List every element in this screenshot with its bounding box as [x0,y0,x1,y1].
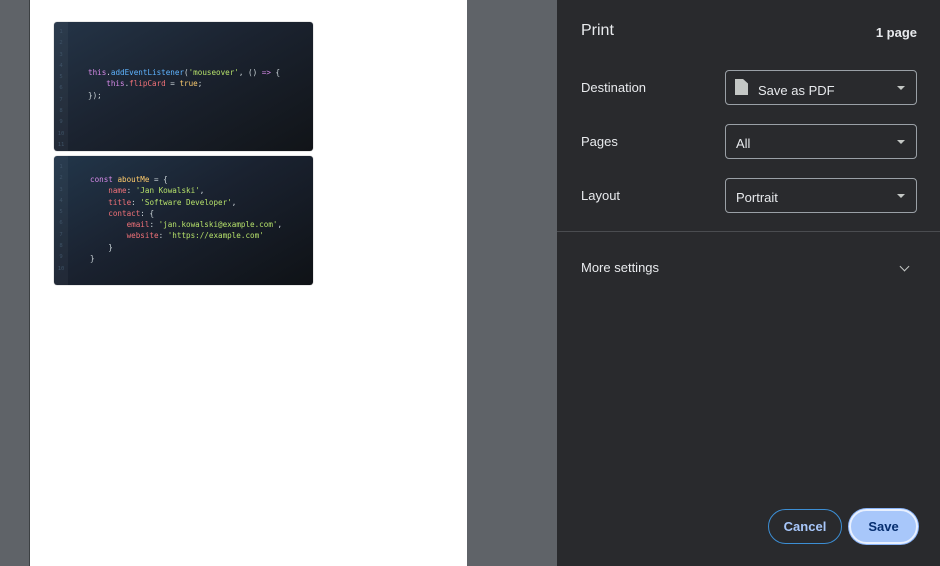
code-token: = { [149,175,168,184]
code-token: ; [197,79,203,89]
file-icon [735,79,748,95]
code-token: => [261,68,271,77]
code-token: : { [140,208,155,218]
code-token: flipCard [129,79,166,89]
code-block: this.addEventListener('mouseover', () =>… [88,67,280,101]
line-number: 4 [59,197,63,204]
code-token: }); [88,90,102,100]
line-number: 9 [59,119,63,126]
code-line: contact: { [90,208,282,219]
line-number: 1 [59,29,63,35]
layout-value: Portrait [736,190,778,205]
code-token: = [165,79,180,89]
chevron-down-icon [897,86,905,90]
code-token: addEventListener [110,68,185,77]
code-token: : [158,231,168,241]
panel-title: Print [581,22,614,39]
line-number: 1 [59,164,63,170]
code-line: email: 'jan.kowalski@example.com', [90,219,282,230]
code-line: name: 'Jan Kowalski', [90,185,282,196]
line-number: 2 [59,40,63,47]
code-line: this.flipCard = true; [88,78,280,89]
code-token: 'mouseover' [188,68,239,77]
line-number-gutter: 1 2 3 4 5 6 7 8 9 10 [54,156,68,285]
code-token: 'Software Developer' [140,197,232,207]
pages-value: All [736,136,751,151]
line-number: 4 [59,62,63,69]
code-line: const aboutMe = { [90,174,282,185]
code-token: , () [238,68,262,77]
layout-select[interactable]: Portrait [725,178,917,213]
line-number: 3 [59,51,63,58]
code-token: : [126,186,136,196]
line-number: 6 [59,85,63,92]
code-token: aboutMe [117,175,150,184]
save-button[interactable]: Save [849,509,918,544]
code-token: , [277,220,283,230]
code-line: title: 'Software Developer', [90,197,282,208]
page-count: 1 page [875,25,917,40]
more-settings-toggle[interactable]: More settings [557,248,940,286]
chevron-down-icon [897,194,905,198]
code-token: true [179,79,198,89]
line-number: 7 [59,96,63,103]
line-number: 3 [59,186,63,193]
code-token: : [149,220,159,230]
preview-page: 1 2 3 4 5 6 7 8 9 10 11 this.addEventListener('mou… [29,0,467,566]
line-number: 5 [59,209,63,216]
print-settings-panel: Print 1 page Destination Save as PDF Pag… [557,0,940,566]
code-line: } [90,253,282,264]
code-token: { [270,68,281,77]
code-line: website: 'https://example.com' [90,230,282,241]
pages-label: Pages [581,134,618,149]
code-line: } [90,242,282,253]
code-token: contact [90,208,141,218]
code-snippet-image-2: 1 2 3 4 5 6 7 8 9 10 const aboutMe = { name: 'Jan… [54,156,313,285]
code-token: email [90,220,150,230]
code-block: const aboutMe = { name: 'Jan Kowalski', … [90,174,282,264]
code-token: 'https://example.com' [167,231,264,241]
divider [557,231,940,232]
destination-label: Destination [581,80,647,95]
line-number: 2 [59,175,63,182]
code-token: website [90,231,159,241]
pages-select[interactable]: All [725,124,917,159]
more-settings-label: More settings [581,260,660,275]
line-number: 9 [59,254,63,261]
code-token: : [131,197,141,207]
code-token: , [199,186,205,196]
print-preview-area: 1 2 3 4 5 6 7 8 9 10 11 this.addEventListener('mou… [0,0,557,566]
code-token: this [88,68,107,77]
destination-select[interactable]: Save as PDF [725,70,917,105]
code-token: title [90,197,132,207]
code-token: this [88,79,125,89]
code-token: 'jan.kowalski@example.com' [158,220,278,230]
line-number: 5 [59,74,63,81]
layout-label: Layout [581,188,621,203]
line-number: 6 [59,220,63,227]
chevron-down-icon [899,261,910,272]
code-token: const [90,175,118,184]
chevron-down-icon [897,140,905,144]
cancel-button[interactable]: Cancel [768,509,842,544]
code-token: 'Jan Kowalski' [135,186,200,196]
code-token: } [90,242,113,252]
destination-value: Save as PDF [758,83,835,98]
line-number-gutter: 1 2 3 4 5 6 7 8 9 10 11 [54,22,68,151]
code-token: name [90,186,127,196]
code-token: , [231,197,237,207]
code-line: this.addEventListener('mouseover', () =>… [88,67,280,78]
code-token: } [90,254,95,264]
line-number: 10 [57,130,65,137]
line-number: 11 [57,141,65,148]
line-number: 8 [59,243,63,250]
code-line: }); [88,90,280,101]
line-number: 8 [59,108,63,115]
code-snippet-image-1: 1 2 3 4 5 6 7 8 9 10 11 this.addEventListener('mou… [54,22,313,151]
line-number: 10 [57,265,65,272]
line-number: 7 [59,231,63,238]
